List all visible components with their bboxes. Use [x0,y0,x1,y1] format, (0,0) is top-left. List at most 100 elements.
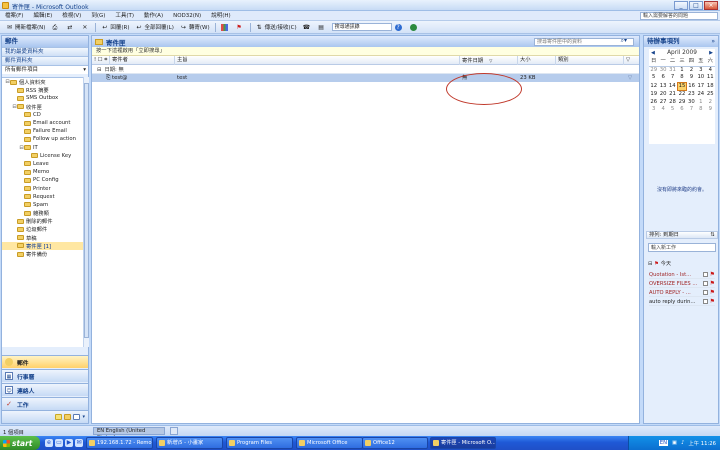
folder-list-icon[interactable] [64,414,72,420]
calendar-day[interactable]: 20 [658,91,667,99]
menu-actions[interactable]: 動作(A) [139,11,168,21]
calendar-day[interactable]: 22 [677,91,686,99]
calendar-day[interactable]: 15 [676,81,688,91]
calendar-day[interactable]: 16 [687,82,696,91]
column-sent-date[interactable]: 寄件日期 ▽ [460,56,518,65]
calendar-day[interactable]: 4 [706,66,715,74]
calendar-day[interactable]: 3 [649,106,658,114]
calendar-day[interactable]: 9 [687,74,696,82]
calendar-day[interactable]: 2 [706,99,715,107]
folder-item[interactable]: Failure Email [2,127,84,135]
start-button[interactable]: start [0,436,40,450]
flag-icon[interactable]: ⚑ [710,289,715,297]
folder-item[interactable]: Leave [2,160,84,168]
next-month-icon[interactable]: ▶ [709,49,713,58]
taskbar-paint[interactable]: 新增\5 - 小畫家 [156,437,223,449]
column-categories[interactable]: 類別 [556,56,624,65]
calendar-day[interactable]: 1 [677,66,686,74]
calendar-day[interactable]: 24 [696,91,705,99]
task-checkbox[interactable] [703,281,708,286]
help-question-input[interactable]: 輸入需要解答的問題 [640,12,718,20]
calendar-day[interactable]: 11 [706,74,715,82]
categorize-button[interactable] [218,22,233,33]
calendar-day[interactable]: 5 [649,74,658,82]
calendar-day[interactable]: 29 [649,66,658,74]
show-desktop-icon[interactable]: ▭ [55,439,63,447]
calendar-day[interactable]: 19 [649,91,658,99]
task-item[interactable]: Quotation - Ist... ⚑ [649,271,715,279]
task-item[interactable]: auto reply durin... ⚑ [649,298,715,306]
follow-up-button[interactable]: ⚑ [233,22,248,33]
folder-tree-scrollbar[interactable] [83,77,89,347]
calendar-day[interactable]: 8 [696,106,705,114]
calendar-day[interactable]: 1 [696,99,705,107]
calendar-day[interactable]: 30 [658,66,667,74]
minimize-button[interactable]: _ [674,1,688,10]
folder-item[interactable]: 草稿 [2,234,84,242]
taskbar-remote-desktop[interactable]: 192.168.1.72 - Remo... [86,437,153,449]
calendar-day[interactable]: 14 [668,82,677,91]
send-receive-button[interactable]: ⇅ 傳送/接收(C) [253,22,300,33]
calendar-day[interactable]: 17 [696,82,705,91]
collapse-icon[interactable]: ⊟ [648,261,652,267]
taskbar-microsoft-office[interactable]: Microsoft Office [296,437,363,449]
reply-button[interactable]: ↩ 回覆(R) [98,22,132,33]
calendar-day[interactable]: 25 [706,91,715,99]
calendar-day[interactable]: 6 [677,106,686,114]
calendar-day[interactable]: 31 [668,66,677,74]
new-button[interactable]: ✉ 開新檔案(N) [3,22,48,33]
calendar-day[interactable]: 9 [706,106,715,114]
mail-folders-header[interactable]: 郵件資料夾 [2,56,88,65]
calendar-day[interactable]: 18 [706,82,715,91]
prev-month-icon[interactable]: ◀ [651,49,655,58]
folder-item[interactable]: 寄件備份 [2,250,84,258]
calendar-day[interactable]: 7 [668,74,677,82]
instant-search-infobar[interactable]: 按一下這裡啟用「立即搜尋」 [92,47,639,56]
print-button[interactable]: ⎙ [48,22,63,33]
column-subject[interactable]: 主旨 [175,56,460,65]
close-button[interactable]: × [704,1,718,10]
folder-item[interactable]: ⊟ 個人資料夾 [2,78,84,86]
calendar-day[interactable]: 21 [668,91,677,99]
menu-file[interactable]: 檔案(F) [0,11,28,21]
folder-item[interactable]: Spam [2,201,84,209]
outlook-quicklaunch-icon[interactable]: ✉ [75,439,83,447]
task-item[interactable]: AUTO REPLY - ... ⚑ [649,289,715,297]
taskbar-program-files[interactable]: Program Files [226,437,293,449]
calendar-day[interactable]: 26 [649,99,658,107]
nav-button-contacts[interactable]: ☺ 連絡人 [2,383,88,396]
find-contact-button[interactable]: ▤ [315,22,330,33]
mail-row[interactable]: ⎘ test@ test 無 23 KB ▽ [92,74,639,82]
menu-view[interactable]: 檢視(V) [57,11,86,21]
folder-item[interactable]: 雜務類 [2,209,84,217]
calendar-day[interactable]: 3 [696,66,705,74]
task-checkbox[interactable] [703,290,708,295]
column-flag[interactable]: ▽ [624,56,639,65]
task-arrange-header[interactable]: 排列: 到期日 ⇅ [646,231,718,239]
address-search-input[interactable]: 搜尋通訊錄 [331,23,392,31]
task-checkbox[interactable] [703,299,708,304]
nav-button-calendar[interactable]: ▦ 行事曆 [2,369,88,382]
taskbar-office12[interactable]: Office12 [362,437,428,449]
instant-search-input[interactable]: 搜尋寄件匣中的資料 [534,38,634,46]
notes-icon[interactable] [55,414,63,420]
calendar-day[interactable]: 27 [658,99,667,107]
all-mail-items-dropdown[interactable]: 所有郵件項目 ▾ [2,65,88,74]
folder-item[interactable]: Memo [2,168,84,176]
folder-item[interactable]: RSS 摘要 [2,86,84,94]
folder-item[interactable]: ⊟ 收件匣 [2,103,84,111]
flag-icon[interactable]: ⚑ [710,271,715,279]
calendar-day[interactable]: 10 [696,74,705,82]
help-button[interactable]: ? [392,22,407,33]
nod32-button[interactable] [407,22,422,33]
maximize-button[interactable]: □ [689,1,703,10]
mail-row-flag-icon[interactable]: ▽ [626,74,632,82]
delete-button[interactable]: ✕ [78,22,93,33]
folder-item[interactable]: ⊟ IT [2,144,84,152]
favorites-header[interactable]: 我的最愛資料夾 [2,47,88,56]
tray-network-icon[interactable]: ▣ [672,440,677,446]
tray-lang-icon[interactable]: EN [658,440,669,446]
address-book-button[interactable]: ☎ [300,22,315,33]
calendar-day[interactable]: 7 [687,106,696,114]
calendar-day[interactable]: 2 [687,66,696,74]
